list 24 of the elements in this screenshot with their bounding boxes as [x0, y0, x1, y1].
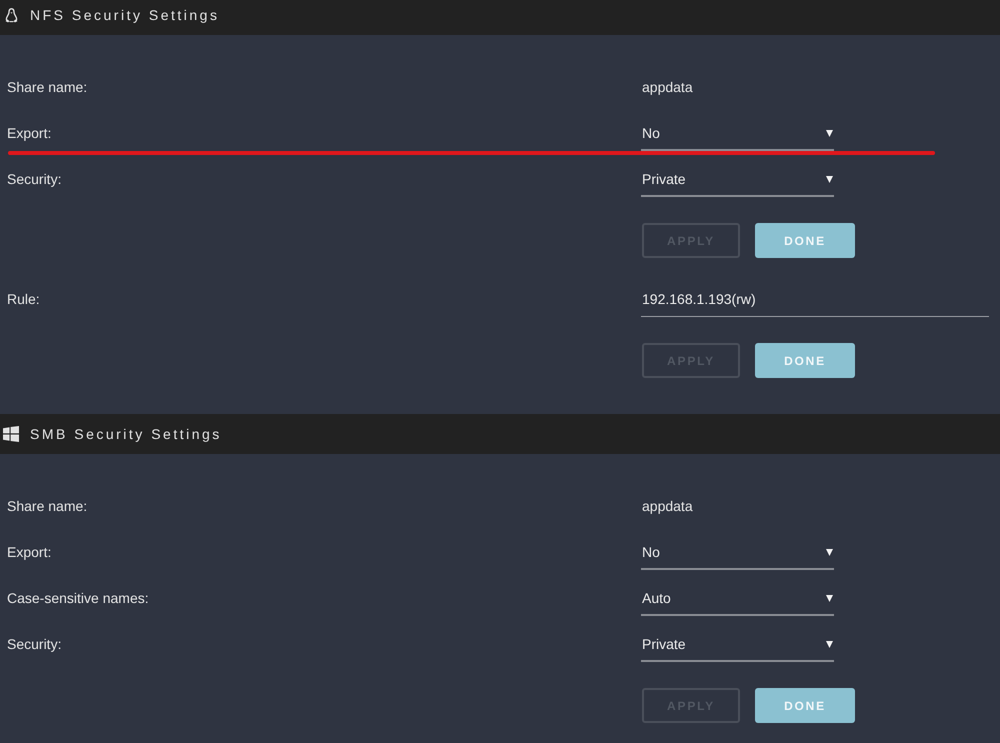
- field-label: Security:: [7, 636, 62, 652]
- field-label: Share name:: [7, 78, 88, 96]
- field-label: Export:: [7, 544, 52, 560]
- rule-input-field[interactable]: 192.168.1.193(rw): [641, 284, 989, 317]
- caret-icon: [826, 549, 833, 556]
- field-label: Case-sensitive names:: [7, 590, 149, 606]
- field-label: Security:: [7, 170, 62, 188]
- windows-logo-icon: [3, 426, 19, 442]
- field-label: Share name:: [7, 498, 88, 514]
- field-label: Rule:: [7, 290, 40, 308]
- share-name-value: appdata: [642, 78, 693, 96]
- dropdown[interactable]: Private: [641, 629, 834, 662]
- dropdown[interactable]: No: [641, 537, 834, 570]
- caret-icon: [826, 176, 833, 183]
- caret-icon: [826, 595, 833, 602]
- dropdown[interactable]: Private: [641, 164, 834, 197]
- dropdown[interactable]: Auto: [641, 583, 834, 616]
- penguin-icon: [5, 8, 18, 22]
- section-title: NFS Security Settings: [30, 7, 220, 23]
- share-name-value: appdata: [642, 498, 693, 514]
- section-title: SMB Security Settings: [30, 426, 222, 442]
- caret-icon: [826, 130, 833, 137]
- field-label: Export:: [7, 124, 52, 142]
- caret-icon: [826, 641, 833, 648]
